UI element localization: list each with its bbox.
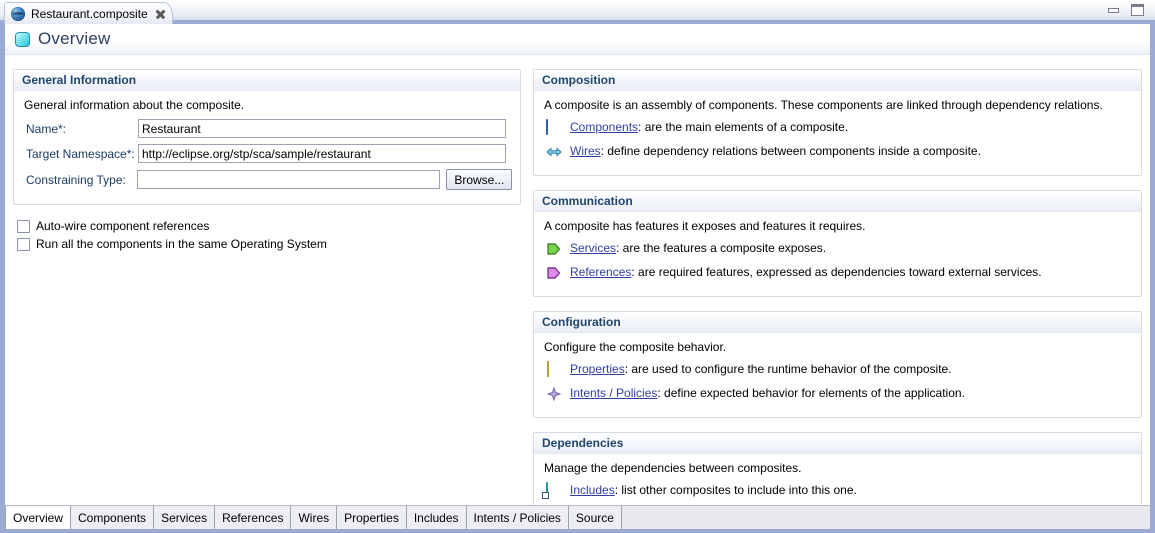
tab-source[interactable]: Source bbox=[568, 506, 622, 529]
form-row-target-namespace: Target Namespace*: bbox=[22, 144, 512, 163]
right-column: Composition A composite is an assembly o… bbox=[521, 55, 1150, 515]
intents-policies-link[interactable]: Intents / Policies bbox=[570, 386, 657, 400]
auto-wire-label: Auto-wire component references bbox=[36, 219, 210, 233]
checkbox-row-auto-wire: Auto-wire component references bbox=[17, 219, 521, 233]
section-title-dependencies: Dependencies bbox=[534, 433, 1141, 454]
includes-desc: : list other composites to include into … bbox=[614, 483, 857, 497]
section-configuration: Configuration Configure the composite be… bbox=[533, 311, 1142, 418]
name-label: Name*: bbox=[26, 121, 67, 136]
window-frame-right bbox=[1150, 0, 1155, 533]
section-title-composition: Composition bbox=[534, 70, 1141, 91]
wires-desc: : define dependency relations between co… bbox=[600, 144, 981, 158]
intents-policies-desc: : define expected behavior for elements … bbox=[657, 386, 965, 400]
overview-icon bbox=[15, 31, 30, 47]
tab-includes[interactable]: Includes bbox=[406, 506, 467, 529]
link-row-components: Components: are the main elements of a c… bbox=[546, 119, 1133, 136]
link-row-intents-policies: Intents / Policies: define expected beha… bbox=[546, 385, 1133, 402]
form-row-name: Name*: bbox=[22, 119, 512, 138]
close-icon[interactable] bbox=[154, 8, 166, 20]
properties-icon bbox=[546, 361, 562, 378]
tab-properties[interactable]: Properties bbox=[337, 506, 407, 529]
section-body-communication: A composite has features it exposes and … bbox=[534, 212, 1141, 296]
section-body-configuration: Configure the composite behavior. Proper… bbox=[534, 333, 1141, 417]
service-icon bbox=[546, 241, 562, 257]
tab-references[interactable]: References bbox=[215, 506, 292, 529]
editor-window: Restaurant.composite Overview General In… bbox=[0, 0, 1155, 533]
name-input[interactable] bbox=[138, 119, 506, 138]
section-title-configuration: Configuration bbox=[534, 312, 1141, 333]
window-controls bbox=[1107, 4, 1145, 17]
link-row-references: References: are required features, expre… bbox=[546, 264, 1133, 281]
link-row-properties: Properties: are used to configure the ru… bbox=[546, 361, 1133, 378]
constraining-type-input[interactable] bbox=[137, 170, 441, 189]
maximize-icon[interactable] bbox=[1130, 4, 1145, 17]
section-general-information: General Information General information … bbox=[13, 69, 521, 205]
section-dependencies: Dependencies Manage the dependencies bet… bbox=[533, 432, 1142, 515]
properties-desc: : are used to configure the runtime beha… bbox=[624, 362, 952, 376]
form-header: Overview bbox=[5, 24, 1150, 54]
includes-icon bbox=[546, 482, 562, 499]
target-namespace-input[interactable] bbox=[138, 144, 506, 163]
same-os-checkbox[interactable] bbox=[17, 237, 30, 251]
tab-overview[interactable]: Overview bbox=[5, 506, 72, 529]
target-namespace-label: Target Namespace*: bbox=[26, 146, 135, 161]
section-body-composition: A composite is an assembly of components… bbox=[534, 91, 1141, 175]
left-column: General Information General information … bbox=[5, 55, 521, 505]
tab-intents-policies[interactable]: Intents / Policies bbox=[466, 506, 569, 529]
configuration-description: Configure the composite behavior. bbox=[544, 340, 727, 354]
wires-icon bbox=[546, 144, 562, 160]
general-information-description: General information about the composite. bbox=[24, 98, 245, 112]
communication-description: A composite has features it exposes and … bbox=[544, 219, 866, 233]
composite-sphere-icon bbox=[11, 6, 25, 21]
section-composition: Composition A composite is an assembly o… bbox=[533, 69, 1142, 176]
wires-link[interactable]: Wires bbox=[570, 144, 601, 158]
window-frame-bottom bbox=[0, 529, 1155, 533]
properties-link[interactable]: Properties bbox=[570, 362, 625, 376]
link-row-services: Services: are the features a composite e… bbox=[546, 240, 1133, 257]
checkbox-row-same-os: Run all the components in the same Opera… bbox=[17, 237, 521, 251]
link-row-includes: Includes: list other composites to inclu… bbox=[546, 482, 1133, 499]
dependencies-description: Manage the dependencies between composit… bbox=[544, 461, 802, 475]
section-body-general-information: General information about the composite.… bbox=[14, 91, 520, 204]
references-link[interactable]: References bbox=[570, 265, 631, 279]
tab-services[interactable]: Services bbox=[154, 506, 216, 529]
auto-wire-checkbox[interactable] bbox=[17, 219, 30, 233]
form-row-constraining-type: Constraining Type: Browse... bbox=[22, 169, 512, 190]
editor-tab-restaurant-composite[interactable]: Restaurant.composite bbox=[4, 2, 173, 24]
same-os-label: Run all the components in the same Opera… bbox=[36, 237, 327, 251]
components-desc: : are the main elements of a composite. bbox=[638, 120, 849, 134]
components-link[interactable]: Components bbox=[570, 120, 638, 134]
constraining-type-label: Constraining Type: bbox=[26, 172, 126, 187]
section-title-communication: Communication bbox=[534, 191, 1141, 212]
services-link[interactable]: Services bbox=[570, 241, 616, 255]
section-title-general-information: General Information bbox=[14, 70, 520, 91]
tab-wires[interactable]: Wires bbox=[291, 506, 338, 529]
form-content: General Information General information … bbox=[5, 55, 1150, 515]
component-icon bbox=[546, 119, 562, 136]
editor-page-tabs: Overview Components Services References … bbox=[5, 505, 1150, 529]
reference-icon bbox=[546, 265, 562, 281]
tab-components[interactable]: Components bbox=[71, 506, 155, 529]
minimize-icon[interactable] bbox=[1107, 4, 1122, 17]
editor-tab-label: Restaurant.composite bbox=[31, 6, 148, 21]
section-communication: Communication A composite has features i… bbox=[533, 190, 1142, 297]
intents-policies-icon bbox=[546, 386, 562, 402]
composition-description: A composite is an assembly of components… bbox=[544, 98, 1103, 112]
includes-link[interactable]: Includes bbox=[570, 483, 615, 497]
references-desc: : are required features, expressed as de… bbox=[631, 265, 1042, 279]
browse-button[interactable]: Browse... bbox=[446, 169, 512, 190]
page-title: Overview bbox=[38, 29, 111, 48]
services-desc: : are the features a composite exposes. bbox=[616, 241, 827, 255]
editor-tab-strip: Restaurant.composite bbox=[0, 0, 1155, 24]
link-row-wires: Wires: define dependency relations betwe… bbox=[546, 143, 1133, 160]
